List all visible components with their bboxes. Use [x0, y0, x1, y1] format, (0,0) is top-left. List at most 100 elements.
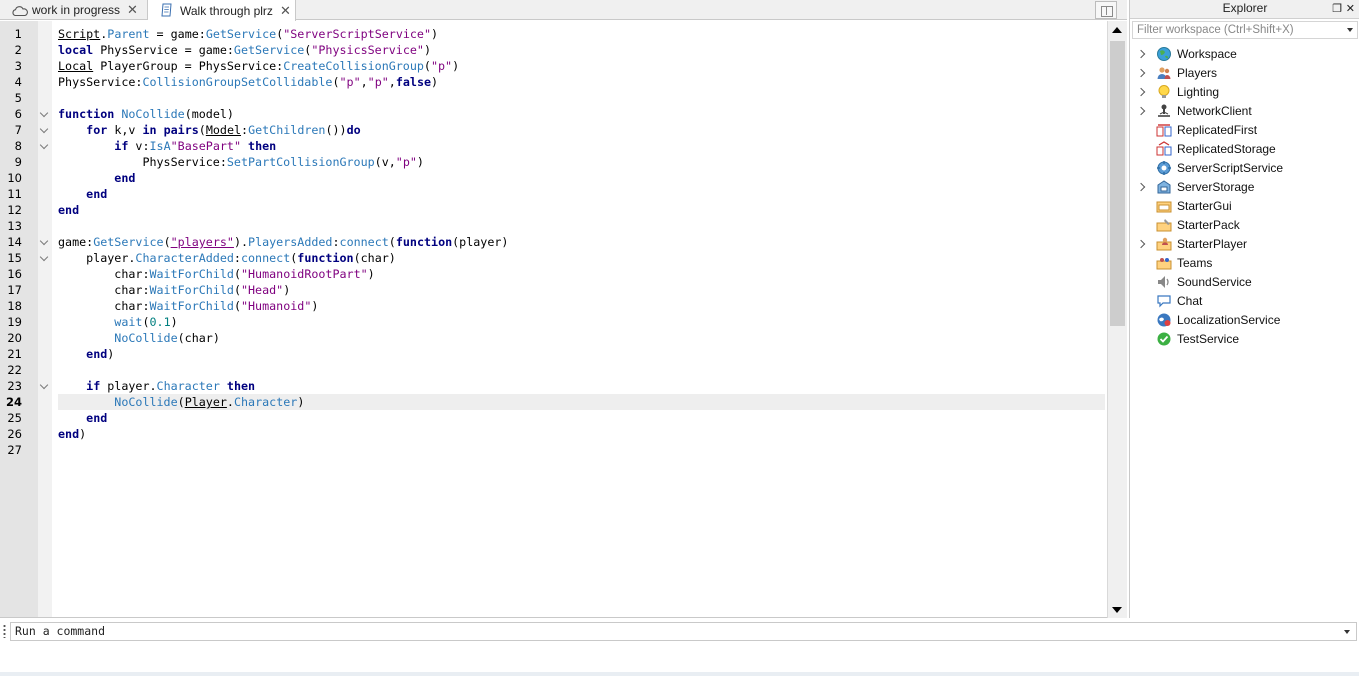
code-token: (char): [353, 251, 396, 265]
code-line[interactable]: char:WaitForChild("Head"): [58, 282, 290, 298]
explorer-item-soundservice[interactable]: SoundService: [1130, 273, 1358, 292]
globe-icon: [1157, 47, 1171, 61]
fold-chevron-icon[interactable]: [40, 255, 48, 263]
explorer-item-replicatedfirst[interactable]: ReplicatedFirst: [1130, 121, 1358, 140]
code-line[interactable]: Script.Parent = game:GetService("ServerS…: [58, 26, 438, 42]
script-editor[interactable]: 1 Script.Parent = game:GetService("Server…: [0, 21, 1127, 618]
chevron-right-icon[interactable]: [1136, 182, 1146, 192]
code-line[interactable]: end): [58, 346, 114, 362]
explorer-item-starterplayer[interactable]: StarterPlayer: [1130, 235, 1358, 254]
code-line[interactable]: game:GetService("players").PlayersAdded:…: [58, 234, 508, 250]
code-line[interactable]: PhysService:SetPartCollisionGroup(v,"p"): [58, 154, 424, 170]
code-line[interactable]: function NoCollide(model): [58, 106, 234, 122]
explorer-item-localizationservice[interactable]: LocalizationService: [1130, 311, 1358, 330]
filter-workspace-input[interactable]: Filter workspace (Ctrl+Shift+X): [1132, 21, 1358, 39]
code-line[interactable]: end): [58, 426, 86, 442]
tab-walk-through-plrz[interactable]: Walk through plrz ✕: [148, 0, 296, 21]
explorer-item-workspace[interactable]: Workspace: [1130, 45, 1358, 64]
code-token: connect: [240, 251, 291, 265]
explorer-item-label: ReplicatedStorage: [1177, 142, 1276, 156]
code-line[interactable]: char:WaitForChild("Humanoid"): [58, 298, 318, 314]
scrollbar-thumb[interactable]: [1110, 41, 1125, 326]
code-token: (: [142, 315, 150, 329]
close-icon[interactable]: ✕: [1346, 1, 1355, 18]
close-icon[interactable]: ✕: [280, 4, 291, 17]
code-token: "p": [395, 155, 417, 169]
chevron-down-icon[interactable]: [1347, 28, 1353, 32]
explorer-item-players[interactable]: Players: [1130, 64, 1358, 83]
code-line[interactable]: end: [58, 170, 135, 186]
code-token: k,v: [107, 123, 143, 137]
players-icon: [1157, 67, 1171, 79]
explorer-item-testservice[interactable]: TestService: [1130, 330, 1358, 349]
starter-gui-icon: [1156, 201, 1172, 213]
code-line[interactable]: if v:IsA"BasePart" then: [58, 138, 276, 154]
code-line[interactable]: end: [58, 186, 107, 202]
scroll-up-arrow-icon[interactable]: [1112, 27, 1122, 33]
code-token: end: [114, 171, 136, 185]
code-token: Player: [184, 395, 227, 409]
fold-chevron-icon[interactable]: [40, 111, 48, 119]
line-number: 10: [7, 171, 22, 185]
restore-window-icon[interactable]: ❐: [1332, 1, 1342, 18]
chevron-right-icon[interactable]: [1136, 68, 1146, 78]
code-token: Character: [156, 379, 220, 393]
code-line[interactable]: if player.Character then: [58, 378, 255, 394]
chevron-right-icon[interactable]: [1136, 106, 1146, 116]
code-token: (: [332, 75, 340, 89]
code-line[interactable]: NoCollide(Player.Character): [58, 394, 304, 410]
code-token: PlayersAdded: [248, 235, 333, 249]
fold-chevron-icon[interactable]: [40, 239, 48, 247]
explorer-panel: Explorer ❐ ✕ Filter workspace (Ctrl+Shif…: [1129, 0, 1359, 618]
explorer-item-serverstorage[interactable]: ServerStorage: [1130, 178, 1358, 197]
code-line[interactable]: player.CharacterAdded:connect(function(c…: [58, 250, 396, 266]
code-line[interactable]: for k,v in pairs(Model:GetChildren())do: [58, 122, 361, 138]
explorer-item-networkclient[interactable]: NetworkClient: [1130, 102, 1358, 121]
code-line[interactable]: PhysService:CollisionGroupSetCollidable(…: [58, 74, 438, 90]
explorer-item-lighting[interactable]: Lighting: [1130, 83, 1358, 102]
code-line[interactable]: NoCollide(char): [58, 330, 220, 346]
code-token: .: [226, 395, 234, 409]
code-token: player.: [100, 379, 157, 393]
explorer-item-teams[interactable]: Teams: [1130, 254, 1358, 273]
chevron-down-icon[interactable]: [1344, 630, 1350, 634]
line-number: 17: [7, 283, 22, 297]
code-line[interactable]: end: [58, 202, 79, 218]
code-token: function: [58, 107, 115, 121]
window-layout-icon[interactable]: [1095, 1, 1117, 19]
explorer-item-starterpack[interactable]: StarterPack: [1130, 216, 1358, 235]
fold-chevron-icon[interactable]: [40, 143, 48, 151]
code-line[interactable]: end: [58, 410, 107, 426]
chevron-right-icon[interactable]: [1136, 239, 1146, 249]
scroll-down-arrow-icon[interactable]: [1112, 607, 1122, 613]
filter-placeholder: Filter workspace (Ctrl+Shift+X): [1137, 24, 1294, 36]
tab-work-in-progress[interactable]: work in progress ✕: [0, 0, 148, 20]
code-line[interactable]: local PhysService = game:GetService("Phy…: [58, 42, 431, 58]
code-token: "p": [430, 59, 453, 73]
chevron-right-icon[interactable]: [1136, 49, 1146, 59]
code-line[interactable]: char:WaitForChild("HumanoidRootPart"): [58, 266, 374, 282]
code-token: (model): [184, 107, 234, 121]
code-token: (: [423, 59, 431, 73]
starter-player-icon: [1156, 237, 1172, 251]
code-line[interactable]: wait(0.1): [58, 314, 177, 330]
explorer-item-startergui[interactable]: StarterGui: [1130, 197, 1358, 216]
fold-chevron-icon[interactable]: [40, 127, 48, 135]
code-line[interactable]: Local PlayerGroup = PhysService:CreateCo…: [58, 58, 459, 74]
close-icon[interactable]: ✕: [127, 3, 138, 16]
line-number: 13: [7, 219, 22, 233]
command-input[interactable]: Run a command: [10, 622, 1357, 641]
chevron-right-icon[interactable]: [1136, 87, 1146, 97]
grip-handle-icon[interactable]: [3, 624, 6, 638]
line-number: 9: [14, 155, 22, 169]
server-script-service-icon: [1157, 161, 1171, 175]
replicated-storage-icon: [1156, 141, 1172, 156]
explorer-item-replicatedstorage[interactable]: ReplicatedStorage: [1130, 140, 1358, 159]
explorer-item-serverscriptservice[interactable]: ServerScriptService: [1130, 159, 1358, 178]
fold-chevron-icon[interactable]: [40, 383, 48, 391]
explorer-item-chat[interactable]: Chat: [1130, 292, 1358, 311]
vertical-scrollbar[interactable]: [1107, 21, 1127, 618]
